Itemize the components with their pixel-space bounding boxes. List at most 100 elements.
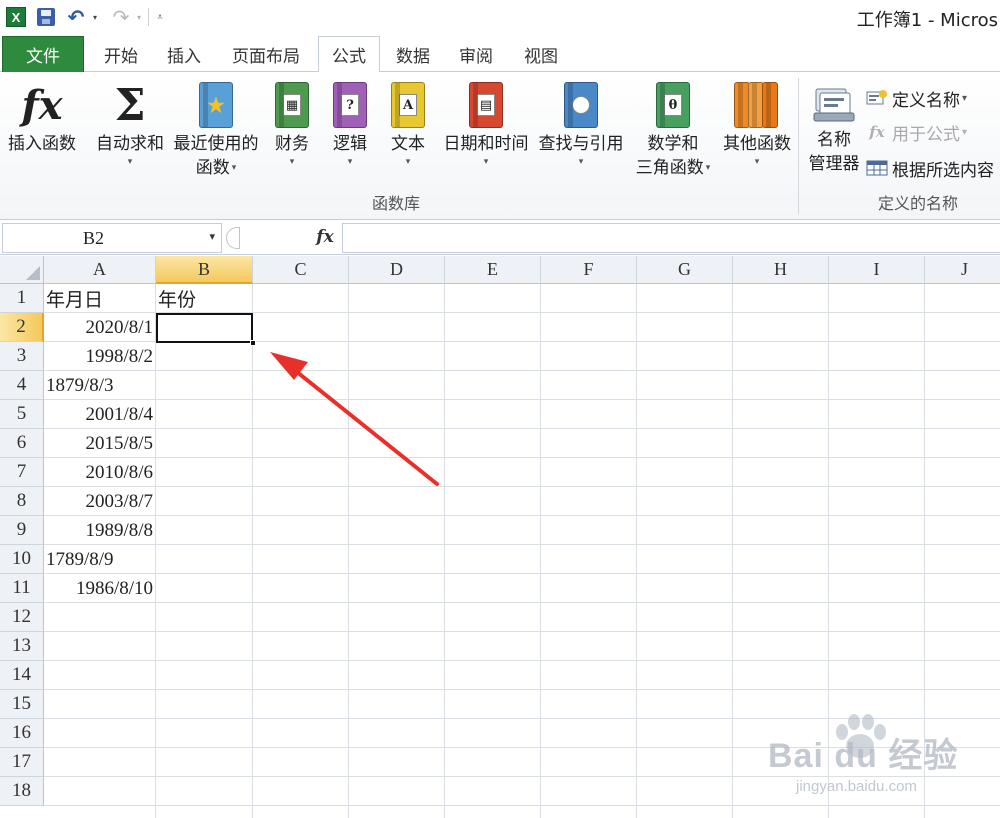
grid-line <box>44 660 1000 661</box>
excel-window: X ↶ ▾ ↷ ▾ ⩡ 工作簿1 - Micros 文件 开始 插入 页面布局 … <box>0 0 1000 818</box>
insert-function-button[interactable]: fx 插入函数 <box>4 78 80 156</box>
save-button[interactable] <box>34 4 58 30</box>
column-header-c[interactable]: C <box>253 256 349 284</box>
insert-function-label: 插入函数 <box>8 134 76 154</box>
text-functions-button[interactable]: A 文本 ▾ <box>382 78 434 168</box>
customize-quick-access-button[interactable]: ⩡ <box>154 4 166 30</box>
active-cell-b2[interactable] <box>156 313 253 343</box>
tab-insert[interactable]: 插入 <box>154 36 214 72</box>
column-header-d[interactable]: D <box>349 256 445 284</box>
row-header-5[interactable]: 5 <box>0 400 44 429</box>
grid-line <box>828 284 829 818</box>
row-header-2[interactable]: 2 <box>0 313 44 342</box>
book-icon: ▤ <box>469 82 503 128</box>
fill-handle[interactable] <box>250 340 256 346</box>
row-header-1[interactable]: 1 <box>0 284 44 313</box>
formula-bar-resize-handle[interactable] <box>226 227 240 249</box>
date-time-button[interactable]: ▤ 日期和时间 ▾ <box>440 78 532 168</box>
tab-data[interactable]: 数据 <box>384 36 442 72</box>
undo-icon: ↶ <box>67 5 85 29</box>
chevron-down-icon: ▾ <box>92 12 97 22</box>
chevron-down-icon: ▾ <box>231 163 237 173</box>
redo-button[interactable]: ↷ <box>110 4 132 30</box>
tab-page-layout[interactable]: 页面布局 <box>218 36 314 72</box>
define-name-button[interactable]: 定义名称 ▾ <box>866 84 967 112</box>
row-header-11[interactable]: 11 <box>0 574 44 603</box>
row-header-16[interactable]: 16 <box>0 719 44 748</box>
cell-a9[interactable]: 1989/8/8 <box>44 516 155 545</box>
use-in-formula-button[interactable]: fx 用于公式 ▾ <box>866 118 967 146</box>
row-header-12[interactable]: 12 <box>0 603 44 632</box>
excel-icon[interactable]: X <box>4 4 28 30</box>
ribbon-formulas: fx 插入函数 Σ 自动求和 ▾ ★ 最近使用的 函数 ▾ ▦ 财务 ▾ ? 逻… <box>0 72 1000 220</box>
cell-a7[interactable]: 2010/8/6 <box>44 458 155 487</box>
column-header-g[interactable]: G <box>637 256 733 284</box>
define-name-icon <box>866 89 888 107</box>
recently-used-label-line2: 函数 ▾ <box>196 156 237 180</box>
cell-a6[interactable]: 2015/8/5 <box>44 429 155 458</box>
select-all-button[interactable] <box>0 256 44 284</box>
cell-a5[interactable]: 2001/8/4 <box>44 400 155 429</box>
lookup-reference-button[interactable]: 查找与引用 ▾ <box>534 78 628 168</box>
row-header-8[interactable]: 8 <box>0 487 44 516</box>
row-header-15[interactable]: 15 <box>0 690 44 719</box>
cell-a11[interactable]: 1986/8/10 <box>44 574 155 603</box>
star-glyph: ★ <box>207 93 225 117</box>
tab-file[interactable]: 文件 <box>2 36 84 72</box>
row-header-4[interactable]: 4 <box>0 371 44 400</box>
row-header-18[interactable]: 18 <box>0 777 44 806</box>
column-header-a[interactable]: A <box>44 256 156 284</box>
cell-a8[interactable]: 2003/8/7 <box>44 487 155 516</box>
logical-label: 逻辑 <box>333 134 367 154</box>
create-from-selection-button[interactable]: 根据所选内容 <box>866 154 994 182</box>
row-header-10[interactable]: 10 <box>0 545 44 574</box>
cell-a1[interactable]: 年月日 <box>44 284 155 313</box>
column-header-f[interactable]: F <box>541 256 637 284</box>
more-functions-icon <box>733 78 781 132</box>
undo-dropdown[interactable]: ▾ <box>90 4 100 30</box>
row-header-9[interactable]: 9 <box>0 516 44 545</box>
cell-b1[interactable]: 年份 <box>156 284 252 313</box>
tab-home[interactable]: 开始 <box>90 36 152 72</box>
column-header-b[interactable]: B <box>156 256 253 284</box>
cell-a10[interactable]: 1789/8/9 <box>44 545 155 574</box>
column-header-h[interactable]: H <box>733 256 829 284</box>
magnifier-glyph <box>572 96 590 114</box>
logical-glyph: ? <box>341 94 359 116</box>
column-header-j[interactable]: J <box>925 256 1000 284</box>
cell-a4[interactable]: 1879/8/3 <box>44 371 155 400</box>
tab-review[interactable]: 审阅 <box>446 36 506 72</box>
insert-function-fx-button[interactable]: fx <box>312 225 338 249</box>
quick-access-separator <box>148 8 149 26</box>
column-header-i[interactable]: I <box>829 256 925 284</box>
autosum-button[interactable]: Σ 自动求和 ▾ <box>92 78 168 168</box>
cell-a2[interactable]: 2020/8/1 <box>44 313 155 342</box>
row-header-7[interactable]: 7 <box>0 458 44 487</box>
cell-a3[interactable]: 1998/8/2 <box>44 342 155 371</box>
formula-input[interactable] <box>342 223 1000 253</box>
name-manager-button[interactable]: 名称 管理器 <box>802 78 866 176</box>
logical-button[interactable]: ? 逻辑 ▾ <box>324 78 376 168</box>
column-header-e[interactable]: E <box>445 256 541 284</box>
tab-formulas[interactable]: 公式 <box>318 36 380 73</box>
excel-logo: X <box>6 7 26 27</box>
row-header-17[interactable]: 17 <box>0 748 44 777</box>
chevron-down-icon[interactable]: ▾ <box>209 230 215 243</box>
math-trig-button[interactable]: θ 数学和 三角函数 ▾ <box>628 78 718 180</box>
redo-dropdown[interactable]: ▾ <box>134 4 144 30</box>
row-header-3[interactable]: 3 <box>0 342 44 371</box>
recently-used-button[interactable]: ★ 最近使用的 函数 ▾ <box>168 78 264 180</box>
row-header-13[interactable]: 13 <box>0 632 44 661</box>
sigma-icon: Σ <box>106 78 154 132</box>
tab-view[interactable]: 视图 <box>510 36 572 72</box>
more-functions-button[interactable]: 其他函数 ▾ <box>718 78 796 168</box>
row-header-6[interactable]: 6 <box>0 429 44 458</box>
undo-button[interactable]: ↶ <box>64 4 88 30</box>
chevron-down-icon: ▾ <box>962 126 968 138</box>
financial-button[interactable]: ▦ 财务 ▾ <box>266 78 318 168</box>
name-box[interactable]: B2 ▾ <box>2 223 222 253</box>
math-trig-label-line2: 三角函数 ▾ <box>636 156 711 180</box>
worksheet-grid[interactable]: A B C D E F G H I J 1 2 3 4 5 6 7 8 9 10 11 12 13 14 15 16 17 18 年月日… <box>0 256 1000 818</box>
row-header-14[interactable]: 14 <box>0 661 44 690</box>
book-icon: ★ <box>199 82 233 128</box>
